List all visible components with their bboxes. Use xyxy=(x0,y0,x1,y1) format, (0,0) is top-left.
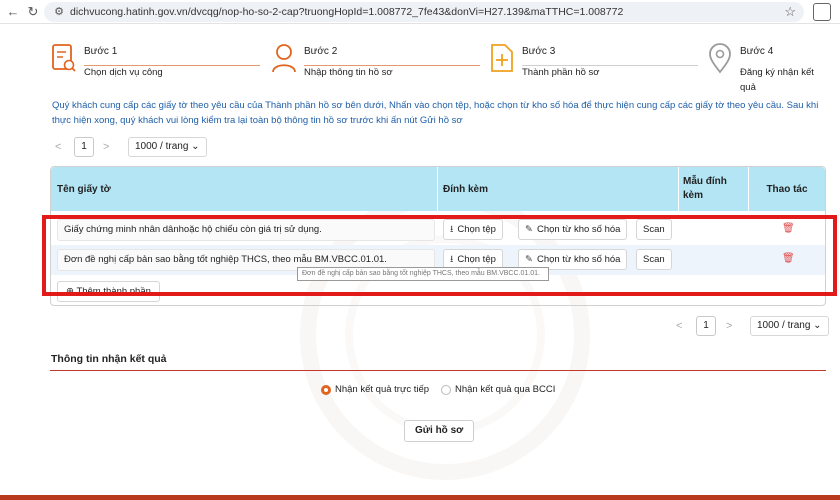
step-3: Bước 3 Thành phần hồ sơ xyxy=(488,42,698,96)
step-3-title: Bước 3 xyxy=(522,46,556,57)
prev-page-button[interactable]: < xyxy=(676,316,682,336)
step-1: Bước 1 Chọn dịch vụ công xyxy=(50,42,260,96)
step-1-subtitle: Chọn dịch vụ công xyxy=(84,67,163,78)
prev-page-button[interactable]: < xyxy=(55,137,61,157)
submit-application-button[interactable]: Gửi hồ sơ xyxy=(404,420,475,442)
step-4: Bước 4 Đăng ký nhận kết quả xyxy=(706,42,836,96)
step-1-title: Bước 1 xyxy=(84,46,118,57)
page-size-select[interactable]: 1000 / trang ⌄ xyxy=(128,137,207,157)
document-search-icon xyxy=(52,44,76,72)
chevron-down-icon: ⌄ xyxy=(813,320,822,331)
step-2-divider xyxy=(304,65,480,66)
radio-unchecked-icon[interactable] xyxy=(441,385,451,395)
page-size-select[interactable]: 1000 / trang ⌄ xyxy=(750,316,829,336)
step-4-subtitle: Đăng ký nhận kết quả xyxy=(740,67,814,93)
user-icon xyxy=(272,44,296,73)
highlight-box xyxy=(42,215,837,296)
header-attachment: Đính kèm xyxy=(443,183,489,195)
reload-icon[interactable]: ↻ xyxy=(24,3,42,21)
pagination-bottom: < 1 > 1000 / trang ⌄ xyxy=(676,316,836,336)
header-divider xyxy=(437,167,438,211)
radio-receive-direct[interactable]: Nhận kết quả trực tiếp xyxy=(321,383,441,397)
radio-label: Nhận kết quả trực tiếp xyxy=(335,384,430,395)
result-section-title: Thông tin nhận kết quả xyxy=(51,353,167,365)
step-1-divider xyxy=(84,65,260,66)
header-actions: Thao tác xyxy=(766,183,808,195)
result-section-divider xyxy=(50,370,826,371)
page-number[interactable]: 1 xyxy=(696,316,716,336)
header-template: Mẫu đính kèm xyxy=(683,176,727,201)
pagination-top: < 1 > 1000 / trang ⌄ xyxy=(55,137,215,157)
radio-checked-icon[interactable] xyxy=(321,385,331,395)
back-icon[interactable]: ← xyxy=(4,3,22,21)
instruction-note: Quý khách cung cấp các giấy tờ theo yêu … xyxy=(52,100,819,126)
bookmark-star-icon[interactable]: ☆ xyxy=(784,4,796,20)
radio-label: Nhận kết quả qua BCCI xyxy=(455,384,556,395)
page-size-value: 1000 / trang xyxy=(757,320,811,331)
step-4-title: Bước 4 xyxy=(740,46,774,57)
step-3-subtitle: Thành phần hồ sơ xyxy=(522,67,600,78)
next-page-button[interactable]: > xyxy=(726,316,732,336)
url-text[interactable]: dichvucong.hatinh.gov.vn/dvcqg/nop-ho-so… xyxy=(70,6,623,18)
step-2-subtitle: Nhập thông tin hồ sơ xyxy=(304,67,393,78)
browser-toolbar: ← ↻ ⚙ dichvucong.hatinh.gov.vn/dvcqg/nop… xyxy=(0,0,840,24)
step-3-divider xyxy=(522,65,698,66)
step-2-title: Bước 2 xyxy=(304,46,338,57)
site-info-icon[interactable]: ⚙ xyxy=(52,5,66,19)
page-number[interactable]: 1 xyxy=(74,137,94,157)
page-size-value: 1000 / trang xyxy=(135,141,189,152)
footer-bar xyxy=(0,495,840,500)
next-page-button[interactable]: > xyxy=(103,137,109,157)
file-add-icon xyxy=(491,44,513,72)
page: Bước 1 Chọn dịch vụ công Bước 2 Nhập thô… xyxy=(0,25,840,500)
header-document-name: Tên giấy tờ xyxy=(57,183,111,195)
table-header: Tên giấy tờ Đính kèm Mẫu đính kèm Thao t… xyxy=(51,167,825,211)
chevron-down-icon: ⌄ xyxy=(191,141,200,152)
extensions-icon[interactable] xyxy=(813,3,831,21)
header-divider xyxy=(678,167,679,211)
address-bar[interactable]: ⚙ dichvucong.hatinh.gov.vn/dvcqg/nop-ho-… xyxy=(44,2,804,22)
step-2: Bước 2 Nhập thông tin hồ sơ xyxy=(270,42,480,96)
location-pin-icon xyxy=(709,43,731,74)
radio-receive-bcci[interactable]: Nhận kết quả qua BCCI xyxy=(441,383,571,397)
